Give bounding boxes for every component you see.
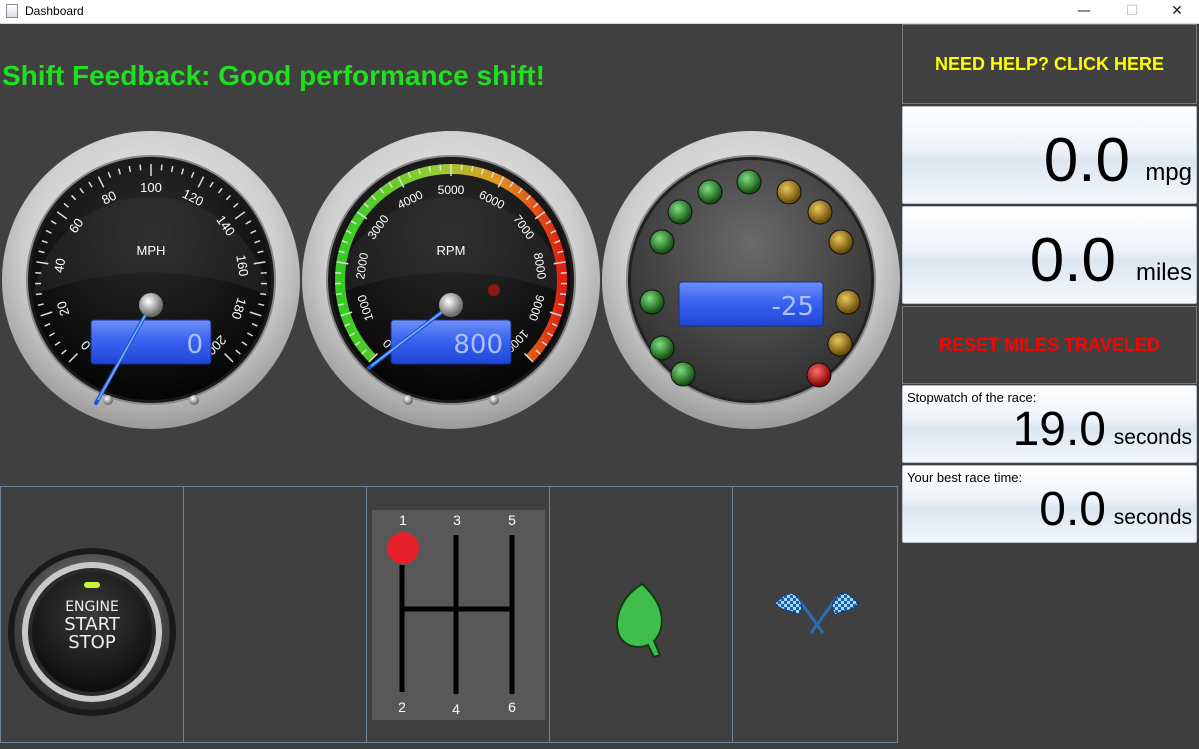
miles-panel: 0.0 miles — [902, 206, 1197, 304]
stopwatch-value: 19.0 — [1013, 402, 1106, 457]
stopwatch-panel: Stopwatch of the race: 19.0 seconds — [902, 385, 1197, 463]
engine-cell: ENGINE START STOP — [0, 486, 184, 743]
mpg-panel: 0.0 mpg — [902, 106, 1197, 204]
speedometer-tick-label: 100 — [140, 180, 162, 195]
gear-shifter[interactable]: 1 3 5 2 4 6 — [367, 487, 551, 744]
shift-feedback-text: Shift Feedback: Good performance shift! — [2, 60, 545, 92]
best-time-unit: seconds — [1114, 506, 1192, 530]
gear-6-label: 6 — [508, 699, 516, 715]
speedometer-unit-label: MPH — [137, 243, 166, 258]
controls-row: ENGINE START STOP 1 3 5 2 4 6 — [0, 486, 898, 743]
gear-2-label: 2 — [398, 699, 406, 715]
best-time-label: Your best race time: — [907, 470, 1022, 485]
reset-miles-button[interactable]: RESET MILES TRAVELED — [902, 306, 1197, 384]
java-app-icon — [6, 4, 18, 18]
close-button[interactable]: ✕ — [1155, 0, 1199, 23]
race-cell — [732, 486, 898, 743]
speedometer-tick — [36, 294, 42, 295]
best-time-panel: Your best race time: 0.0 seconds — [902, 465, 1197, 543]
gearbox-cell: 1 3 5 2 4 6 — [366, 486, 550, 743]
miles-value: 0.0 — [1030, 225, 1116, 296]
stop-label: STOP — [68, 632, 116, 653]
tachometer-tick-label: 5000 — [438, 183, 465, 197]
stats-sidebar: NEED HELP? CLICK HERE 0.0 mpg 0.0 miles … — [900, 24, 1199, 743]
window-title: Dashboard — [25, 4, 84, 18]
gear-5-label: 5 — [508, 512, 516, 528]
mpg-value: 0.0 — [1044, 125, 1130, 196]
empty-cell — [183, 486, 367, 743]
shift-indicator-readout: -25 — [772, 292, 814, 322]
tachometer-tick — [440, 165, 441, 171]
tachometer-readout: 800 — [453, 330, 503, 360]
engine-start-stop-button[interactable]: ENGINE START STOP — [1, 487, 185, 744]
tachometer-tick — [336, 294, 342, 295]
tachometer-gauge: 0100020003000400050006000700080009000100… — [301, 130, 601, 430]
tachometer-tick — [560, 294, 566, 295]
engine-label: ENGINE — [65, 599, 119, 615]
checkered-flags-icon[interactable] — [733, 487, 899, 744]
speedometer-readout: 0 — [186, 330, 203, 360]
gear-1-label: 1 — [399, 512, 407, 528]
minimize-button[interactable]: — — [1062, 0, 1106, 23]
window-titlebar: Dashboard — ☐ ✕ — [0, 0, 1199, 24]
dashboard-main: Shift Feedback: Good performance shift! … — [0, 24, 900, 743]
best-time-value: 0.0 — [1039, 482, 1106, 537]
stopwatch-unit: seconds — [1114, 426, 1192, 450]
eco-cell — [549, 486, 733, 743]
speedometer-tick — [140, 165, 141, 171]
tachometer-unit-label: RPM — [437, 243, 466, 258]
eco-leaf-icon[interactable] — [550, 487, 734, 744]
shift-indicator-gauge: -25 — [601, 130, 901, 430]
help-button[interactable]: NEED HELP? CLICK HERE — [902, 24, 1197, 104]
gear-3-label: 3 — [453, 512, 461, 528]
mpg-unit: mpg — [1145, 159, 1192, 187]
miles-unit: miles — [1136, 259, 1192, 287]
speedometer-tick — [260, 294, 266, 295]
maximize-button[interactable]: ☐ — [1110, 0, 1154, 23]
tachometer-tick — [461, 165, 462, 171]
speedometer-gauge: 020406080100120140160180200 MPH 0 — [1, 130, 301, 430]
speedometer-tick-label: 40 — [51, 257, 68, 274]
speedometer-tick — [161, 165, 162, 171]
gear-4-label: 4 — [452, 701, 460, 717]
